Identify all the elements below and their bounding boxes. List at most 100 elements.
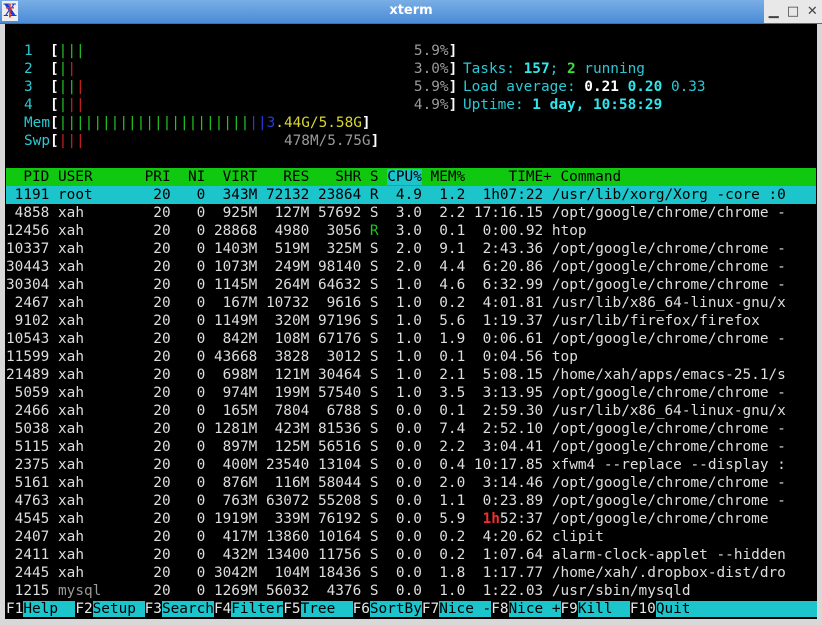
table-row[interactable]: 9102 xah 20 0 1149M 320M 97196 S 1.0 5.6…: [6, 312, 816, 330]
table-row[interactable]: 11599 xah 20 0 43668 3828 3012 S 1.0 0.1…: [6, 348, 816, 366]
command-cell: /usr/lib/firefox/firefox: [551, 313, 760, 329]
cpu-cell: 4.9: [378, 187, 431, 203]
command-cell: top: [551, 349, 578, 365]
column-header-time[interactable]: TIME+: [474, 169, 561, 185]
table-row[interactable]: 2375 xah 20 0 400M 23540 13104 S 0.0 0.4…: [6, 456, 816, 474]
fkey-f1[interactable]: F1Help: [6, 601, 76, 617]
cpu-bar: |: [76, 97, 85, 113]
fkey-f9[interactable]: F9Kill: [561, 601, 630, 617]
res-cell: 13860: [265, 529, 318, 545]
table-row[interactable]: 21489 xah 20 0 698M 121M 30464 S 1.0 2.1…: [6, 366, 816, 384]
table-row[interactable]: 2466 xah 20 0 165M 7804 6788 S 0.0 0.1 2…: [6, 402, 816, 420]
user-cell: xah: [58, 547, 136, 563]
column-header-s[interactable]: S: [370, 169, 387, 185]
time-cell: 1h07:22: [473, 187, 552, 203]
column-header-shr[interactable]: SHR: [318, 169, 370, 185]
fkey-f2[interactable]: F2Setup: [75, 601, 145, 617]
terminal-area[interactable]: 1 [||| 5.9%] 2 [|| 3.0%] 3 [||| 5.9%] 4 [||…: [5, 24, 817, 619]
close-icon[interactable]: ✕: [805, 4, 819, 19]
virt-cell: 1403M: [213, 241, 266, 257]
table-row[interactable]: 10543 xah 20 0 842M 108M 67176 S 1.0 1.9…: [6, 330, 816, 348]
ni-cell: 0: [179, 187, 214, 203]
res-cell: 125M: [265, 439, 318, 455]
fkey-label: F7: [421, 601, 440, 617]
user-cell: xah: [58, 223, 136, 239]
fkey-f4[interactable]: F4Filter: [214, 601, 284, 617]
ni-cell: 0: [179, 385, 214, 401]
column-header-pid[interactable]: PID: [6, 169, 58, 185]
pid-cell: 4858: [6, 205, 50, 221]
state-cell: S: [369, 457, 379, 473]
table-row[interactable]: 5059 xah 20 0 974M 199M 57540 S 1.0 3.5 …: [6, 384, 816, 402]
pri-cell: 20: [135, 367, 180, 383]
res-cell: 7804: [265, 403, 318, 419]
time-cell: 17:16.15: [473, 205, 552, 221]
fkey-f8[interactable]: F8Nice +: [491, 601, 561, 617]
fkey-f10[interactable]: F10Quit: [630, 601, 817, 617]
fkey-f3[interactable]: F3Search: [145, 601, 214, 617]
maximize-icon[interactable]: □: [786, 4, 800, 19]
title-bar[interactable]: X † xterm ▁ □ ✕: [0, 0, 822, 24]
table-row[interactable]: 5038 xah 20 0 1281M 423M 81536 S 0.0 7.4…: [6, 420, 816, 438]
virt-cell: 1919M: [213, 511, 266, 527]
table-row[interactable]: 12456 xah 20 0 28868 4980 3056 R 3.0 0.1…: [6, 222, 816, 240]
fkey-f7[interactable]: F7Nice -: [421, 601, 492, 617]
table-row[interactable]: 30304 xah 20 0 1145M 264M 64632 S 1.0 4.…: [6, 276, 816, 294]
column-header-res[interactable]: RES: [266, 169, 318, 185]
fkey-f6[interactable]: F6SortBy: [353, 601, 422, 617]
ni-cell: 0: [179, 295, 214, 311]
shr-cell: 58044: [317, 475, 370, 491]
table-row[interactable]: 5115 xah 20 0 897M 125M 56516 S 0.0 2.2 …: [6, 438, 816, 456]
column-header-mem[interactable]: MEM%: [422, 169, 474, 185]
column-header-pri[interactable]: PRI: [136, 169, 179, 185]
table-row[interactable]: 4545 xah 20 0 1919M 339M 76192 S 0.0 5.9…: [6, 510, 816, 528]
command-cell: /home/xah/apps/emacs-25.1/s: [551, 367, 786, 383]
state-cell: S: [369, 295, 379, 311]
shr-cell: 55208: [317, 493, 370, 509]
mem-cell: 9.1: [430, 241, 474, 257]
user-cell: xah: [58, 259, 136, 275]
pid-cell: 5115: [6, 439, 50, 455]
column-header-command[interactable]: Command: [561, 169, 812, 185]
table-row[interactable]: 4763 xah 20 0 763M 63072 55208 S 0.0 1.1…: [6, 492, 816, 510]
time-cell: 0:23.89: [473, 493, 552, 509]
table-row[interactable]: 2445 xah 20 0 3042M 104M 18436 S 0.0 1.8…: [6, 564, 816, 582]
time-cell: 1:17.77: [473, 565, 552, 581]
command-cell: clipit: [551, 529, 604, 545]
table-row[interactable]: 4858 xah 20 0 925M 127M 57692 S 3.0 2.2 …: [6, 204, 816, 222]
table-row[interactable]: 2467 xah 20 0 167M 10732 9616 S 1.0 0.2 …: [6, 294, 816, 312]
table-row[interactable]: 2407 xah 20 0 417M 13860 10164 S 0.0 0.2…: [6, 528, 816, 546]
shr-cell: 11756: [317, 547, 370, 563]
shr-cell: 4376: [317, 583, 370, 599]
column-header-ni[interactable]: NI: [179, 169, 214, 185]
column-header-user[interactable]: USER: [58, 169, 136, 185]
pri-cell: 20: [135, 565, 180, 581]
fkey-label: F2: [75, 601, 93, 617]
fkey-action: Nice -: [439, 601, 492, 617]
table-row[interactable]: 1191 root 20 0 343M 72132 23864 R 4.9 1.…: [6, 186, 816, 204]
time-cell: 4:01.81: [473, 295, 552, 311]
table-row[interactable]: 2411 xah 20 0 432M 13400 11756 S 0.0 0.2…: [6, 546, 816, 564]
fkey-f5[interactable]: F5Tree: [283, 601, 353, 617]
column-header-cpu[interactable]: CPU%: [387, 169, 422, 185]
pid-cell: 2375: [6, 457, 50, 473]
table-row[interactable]: 5161 xah 20 0 876M 116M 58044 S 0.0 2.0 …: [6, 474, 816, 492]
mem-cell: 2.1: [430, 367, 474, 383]
time-cell: 2:52.10: [473, 421, 552, 437]
time-cell: 10:17.85: [473, 457, 552, 473]
mem-cell: 5.6: [430, 313, 474, 329]
shr-cell: 9616: [317, 295, 370, 311]
table-row[interactable]: 1215 mysql 20 0 1269M 56032 4376 S 0.0 1…: [6, 582, 816, 600]
minimize-icon[interactable]: ▁: [767, 4, 781, 19]
scrollbar[interactable]: [817, 24, 822, 619]
pri-cell: 20: [135, 439, 180, 455]
table-row[interactable]: 30443 xah 20 0 1073M 249M 98140 S 2.0 4.…: [6, 258, 816, 276]
pid-cell: 2411: [6, 547, 50, 563]
table-row[interactable]: 10337 xah 20 0 1403M 519M 325M S 2.0 9.1…: [6, 240, 816, 258]
column-header-virt[interactable]: VIRT: [214, 169, 266, 185]
pri-cell: 20: [135, 241, 180, 257]
